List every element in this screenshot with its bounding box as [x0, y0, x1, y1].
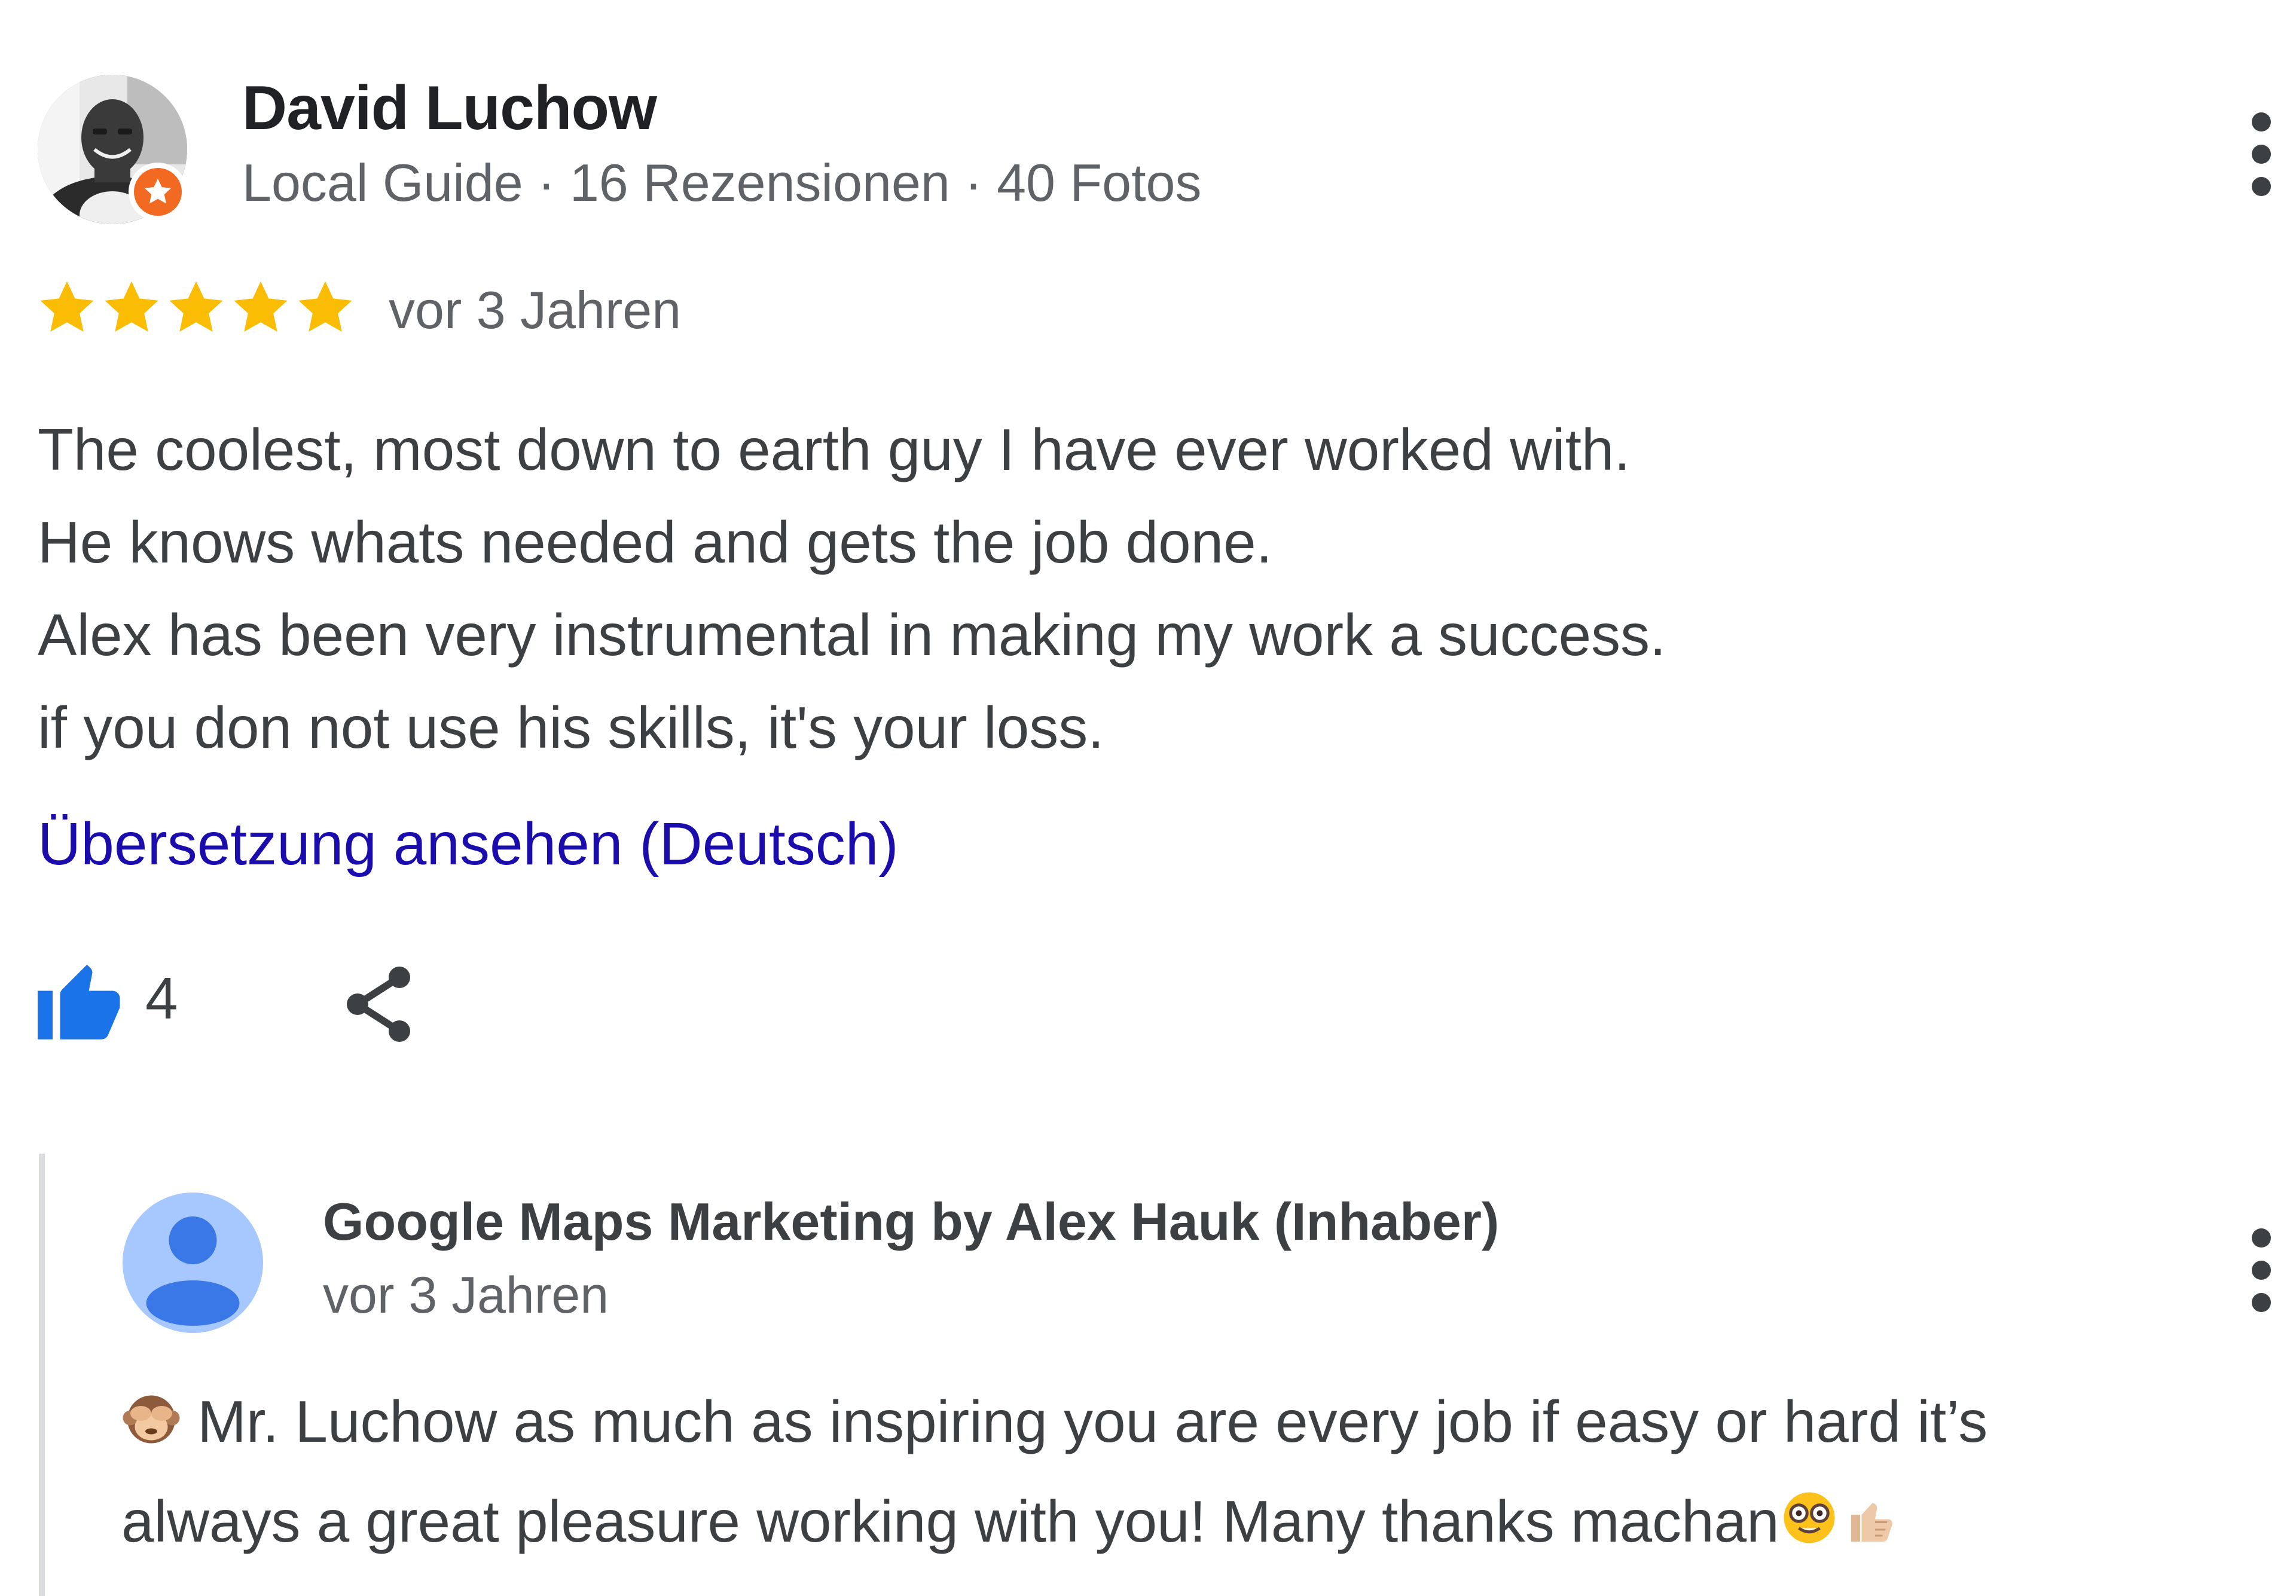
local-guide-star-badge-icon: [129, 163, 187, 221]
thumbs-up-light-skin-emoji-icon: [1839, 1481, 1899, 1574]
more-vert-icon: [2252, 1228, 2271, 1248]
reply-text-line: always a great pleasure working with you…: [121, 1475, 2244, 1574]
more-vert-icon: [2252, 177, 2271, 196]
reviewer-meta: Local Guide · 16 Rezensionen · 40 Fotos: [242, 153, 1202, 212]
more-vert-icon: [2252, 1261, 2271, 1280]
reply-text-span: Mr. Luchow as much as inspiring you are …: [197, 1389, 1988, 1454]
translate-link[interactable]: Übersetzung ansehen (Deutsch): [38, 810, 899, 879]
star-icon: [169, 281, 223, 332]
see-no-evil-monkey-emoji-icon: [121, 1381, 181, 1475]
star-icon: [298, 281, 352, 332]
owner-name[interactable]: Google Maps Marketing by Alex Hauk (Inha…: [323, 1191, 1499, 1252]
review-text-line: He knows whats needed and gets the job d…: [38, 509, 1272, 575]
reply-divider-bar: [39, 1154, 45, 1596]
owner-avatar[interactable]: [123, 1193, 263, 1333]
like-count: 4: [145, 965, 178, 1031]
review-text-line: if you don not use his skills, it's your…: [38, 695, 1104, 760]
review-more-options-button[interactable]: [2243, 112, 2279, 196]
reply-text-line: Mr. Luchow as much as inspiring you are …: [121, 1375, 2244, 1475]
more-vert-icon: [2252, 1293, 2271, 1312]
star-icon: [234, 281, 288, 332]
thumbs-up-icon: [38, 964, 120, 1039]
star-rating: [36, 275, 356, 341]
star-icon: [40, 281, 94, 332]
review-text: The coolest, most down to earth guy I ha…: [38, 403, 2190, 774]
nerd-face-emoji-icon: [1779, 1481, 1839, 1574]
more-vert-icon: [2252, 112, 2271, 132]
more-vert-icon: [2252, 145, 2271, 164]
review-card: David Luchow Local Guide · 16 Rezensione…: [0, 0, 2296, 1596]
review-text-line: The coolest, most down to earth guy I ha…: [38, 417, 1631, 482]
like-button[interactable]: 4: [38, 953, 178, 1043]
share-icon: [347, 967, 410, 1042]
person-icon: [146, 1216, 240, 1326]
reply-text: Mr. Luchow as much as inspiring you are …: [121, 1375, 2244, 1574]
reply-more-options-button[interactable]: [2243, 1228, 2279, 1312]
review-text-line: Alex has been very instrumental in makin…: [38, 602, 1666, 668]
share-button[interactable]: [340, 962, 417, 1046]
reply-text-span: always a great pleasure working with you…: [121, 1488, 1779, 1554]
review-date: vor 3 Jahren: [389, 280, 682, 340]
star-icon: [105, 281, 158, 332]
reply-date: vor 3 Jahren: [323, 1267, 609, 1324]
reviewer-name[interactable]: David Luchow: [242, 73, 657, 144]
